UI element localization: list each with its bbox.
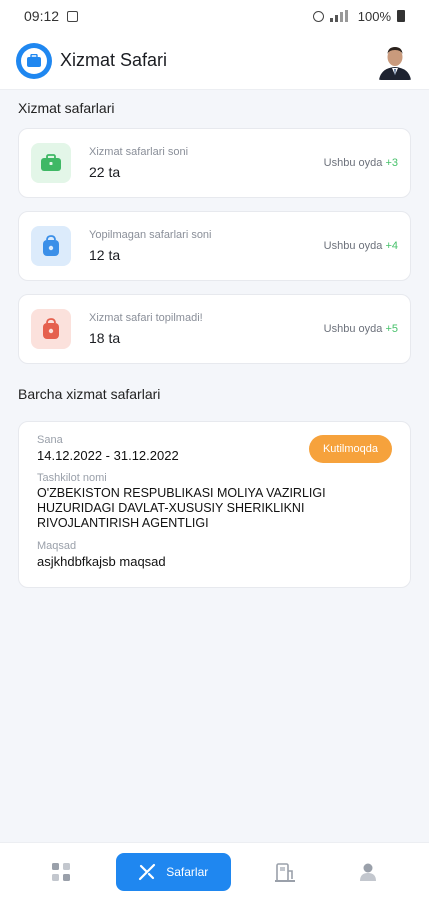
battery-icon bbox=[397, 10, 405, 22]
trip-card[interactable]: Kutilmoqda Sana 14.12.2022 - 31.12.2022 … bbox=[18, 421, 411, 588]
bag-icon bbox=[31, 226, 71, 266]
signal-icon bbox=[329, 10, 348, 22]
app-title: Xizmat Safari bbox=[60, 50, 168, 70]
stat-label: Yopilmagan safarlari soni bbox=[89, 229, 212, 241]
purpose-label: Maqsad bbox=[37, 540, 77, 552]
nav-dashboard[interactable] bbox=[33, 853, 89, 891]
stat-month: Ushbu oyda +4 bbox=[324, 240, 398, 252]
bottom-nav: Safarlar bbox=[0, 842, 429, 900]
stat-month-label: Ushbu oyda bbox=[323, 323, 383, 335]
tools-icon bbox=[139, 863, 156, 880]
nav-stations[interactable] bbox=[257, 853, 313, 891]
app-logo-icon bbox=[16, 42, 52, 79]
nav-profile[interactable] bbox=[340, 853, 396, 891]
stat-delta: +4 bbox=[385, 240, 398, 252]
stat-label: Xizmat safari topilmadi! bbox=[89, 312, 203, 324]
app-header: Xizmat Safari bbox=[0, 32, 429, 90]
battery-percent: 100% bbox=[357, 8, 391, 24]
stat-month: Ushbu oyda +5 bbox=[324, 323, 398, 335]
gallery-icon bbox=[67, 10, 79, 22]
stat-card-total[interactable]: Xizmat safarlari soni 22 ta Ushbu oyda +… bbox=[18, 128, 411, 198]
bag-icon bbox=[31, 309, 71, 349]
stat-value: 18 ta bbox=[89, 330, 121, 346]
status-badge[interactable]: Kutilmoqda bbox=[308, 435, 392, 463]
stat-value: 12 ta bbox=[89, 247, 121, 263]
status-time: 09:12 bbox=[24, 8, 60, 24]
org-label: Tashkilot nomi bbox=[37, 472, 107, 484]
stat-delta: +3 bbox=[385, 157, 398, 169]
stat-card-open[interactable]: Yopilmagan safarlari soni 12 ta Ushbu oy… bbox=[18, 211, 411, 281]
building-icon bbox=[275, 862, 296, 882]
alarm-icon bbox=[312, 10, 324, 22]
stat-value: 22 ta bbox=[89, 164, 121, 180]
org-name: O'ZBEKISTON RESPUBLIKASI MOLIYA VAZIRLIG… bbox=[37, 486, 326, 530]
nav-trips-label: Safarlar bbox=[166, 864, 209, 879]
status-bar: 09:12 100% bbox=[0, 0, 429, 32]
avatar[interactable] bbox=[377, 41, 413, 80]
briefcase-icon bbox=[31, 143, 71, 183]
purpose-value: asjkhdbfkajsb maqsad bbox=[37, 554, 166, 569]
user-icon bbox=[359, 863, 376, 881]
stat-month-label: Ushbu oyda bbox=[323, 157, 383, 169]
stat-card-not-found[interactable]: Xizmat safari topilmadi! 18 ta Ushbu oyd… bbox=[18, 294, 411, 364]
stats-section-title: Xizmat safarlari bbox=[18, 100, 115, 116]
stat-label: Xizmat safarlari soni bbox=[89, 146, 189, 158]
stat-month-label: Ushbu oyda bbox=[323, 240, 383, 252]
brand: Xizmat Safari bbox=[16, 42, 168, 79]
stat-delta: +5 bbox=[385, 323, 398, 335]
nav-trips[interactable]: Safarlar bbox=[115, 852, 231, 891]
stat-month: Ushbu oyda +3 bbox=[324, 157, 398, 169]
grid-icon bbox=[52, 862, 71, 881]
trips-section-title: Barcha xizmat safarlari bbox=[18, 386, 161, 402]
